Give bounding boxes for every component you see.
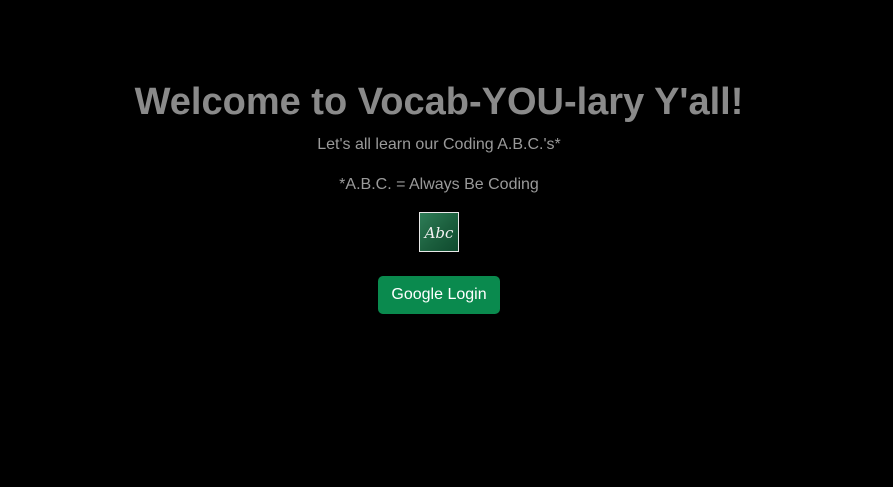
page-title: Welcome to Vocab-YOU-lary Y'all! [134,81,744,123]
abc-chalkboard-icon: Abc [419,212,459,252]
google-login-button[interactable]: Google Login [378,276,500,314]
logo-text: Abc [423,224,454,242]
welcome-page: Welcome to Vocab-YOU-lary Y'all! Let's a… [0,0,893,487]
acronym-footnote: *A.B.C. = Always Be Coding [339,176,539,193]
abc-logo-graphic: Abc [423,224,454,242]
tagline: Let's all learn our Coding A.B.C.'s* [317,136,561,153]
